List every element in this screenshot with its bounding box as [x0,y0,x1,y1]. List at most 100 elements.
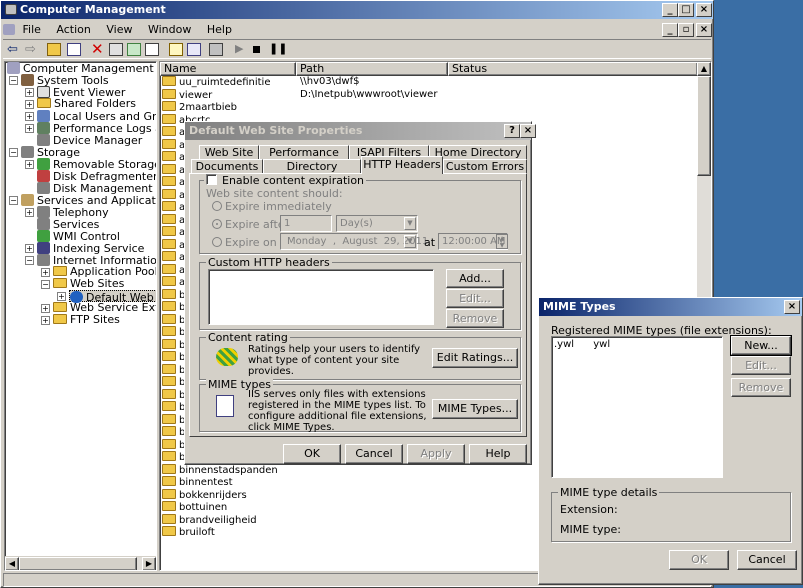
export-list-icon[interactable] [145,43,159,56]
back-icon[interactable]: ⇦ [7,42,18,57]
help-question-button[interactable]: ? [504,124,520,138]
add-header-button[interactable]: Add... [446,269,504,288]
tree-item-system-tools[interactable]: System Tools [21,74,109,87]
tree-item-removable-storage[interactable]: Removable Storage [37,158,156,171]
close-button[interactable]: × [696,3,712,17]
delete-icon[interactable]: ✕ [91,40,104,58]
expand-toggle[interactable]: + [25,244,34,253]
scroll-up-button[interactable]: ▲ [697,62,711,76]
edit-header-button[interactable]: Edit... [446,289,504,308]
tree-pane[interactable]: Computer Management (Local) − System Too… [4,61,157,571]
tree-item-performance-logs[interactable]: Performance Logs and Alerts [37,122,156,135]
expand-toggle[interactable]: + [25,100,34,109]
forward-icon[interactable]: ⇨ [25,42,36,57]
menu-window[interactable]: Window [148,23,191,36]
menu-view[interactable]: View [106,23,132,36]
expand-toggle[interactable]: + [25,160,34,169]
apply-button[interactable]: Apply [407,444,465,464]
collapse-toggle[interactable]: − [9,196,18,205]
menu-help[interactable]: Help [207,23,232,36]
cancel-button[interactable]: Cancel [345,444,403,464]
expire-after-radio[interactable]: Expire after [212,218,289,231]
tree-item-services[interactable]: Services [37,218,99,231]
scroll-left-button[interactable]: ◀ [5,557,19,570]
scroll-thumb[interactable] [19,557,137,570]
expand-toggle[interactable]: + [57,292,66,301]
collapse-toggle[interactable]: − [9,76,18,85]
tree-item-indexing-service[interactable]: Indexing Service [37,242,144,255]
tree-item-web-sites[interactable]: Web Sites [53,278,124,290]
tree-item-telephony[interactable]: Telephony [37,206,109,219]
mime-ok-button[interactable]: OK [669,550,729,570]
tab-custom-errors[interactable]: Custom Errors [443,159,527,174]
expand-toggle[interactable]: + [41,304,50,313]
expand-toggle[interactable]: + [25,88,34,97]
ok-button[interactable]: OK [283,444,341,464]
remove-header-button[interactable]: Remove [446,309,504,328]
scroll-thumb[interactable] [697,76,711,176]
expire-immediately-radio[interactable]: Expire immediately [212,200,332,213]
refresh-icon[interactable] [127,43,141,56]
mime-entry[interactable]: .ywl ywl [554,339,610,350]
tree-hscrollbar[interactable]: ◀ ▶ [5,556,156,570]
child-close-button[interactable]: × [696,23,712,37]
tree-root[interactable]: Computer Management (Local) [7,62,156,75]
expire-date-picker[interactable]: Monday , August 29, 2011 ▼ [280,233,428,250]
child-restore-button[interactable]: ▫ [678,23,694,37]
pause-icon[interactable]: ❚❚ [269,42,287,55]
menu-file[interactable]: File [23,23,41,36]
tab-directory-security[interactable]: Directory Security [263,159,361,186]
column-header-name[interactable]: Name [160,62,296,76]
show-hide-tree-icon[interactable] [67,43,81,56]
view-icon[interactable] [187,43,201,56]
tree-item-disk-defragmenter[interactable]: Disk Defragmenter [37,170,156,183]
tab-web-site[interactable]: Web Site [199,145,259,160]
expand-toggle[interactable]: + [25,124,34,133]
expire-on-radio[interactable]: Expire on [212,236,277,249]
tree-item-disk-management[interactable]: Disk Management [37,182,153,195]
expand-toggle[interactable]: + [25,208,34,217]
stop-icon[interactable] [253,46,260,53]
up-folder-icon[interactable] [47,43,61,56]
tree-item-wmi-control[interactable]: WMI Control [37,230,120,243]
maximize-button[interactable]: □ [678,3,694,17]
mime-remove-button[interactable]: Remove [731,378,791,397]
tree-item-shared-folders[interactable]: Shared Folders [37,98,136,110]
expire-after-input[interactable]: 1 [280,215,332,232]
help-icon[interactable] [169,43,183,56]
expand-toggle[interactable]: + [25,112,34,121]
time-spinner[interactable]: ▲ ▼ [496,234,508,249]
custom-headers-list[interactable] [208,269,434,325]
app-menu-icon[interactable] [3,24,15,35]
tree-item-services-apps[interactable]: Services and Applications [21,194,156,207]
mime-list[interactable]: .ywl ywl [551,336,723,478]
enable-expiration-row[interactable]: Enable content expiration [204,174,367,187]
tab-performance[interactable]: Performance [259,145,349,160]
properties-close-button[interactable]: × [520,124,536,138]
collapse-toggle[interactable]: − [41,280,50,289]
column-header-status[interactable]: Status [448,62,698,76]
mime-cancel-button[interactable]: Cancel [737,550,797,570]
tree-item-storage[interactable]: Storage [21,146,80,159]
scroll-right-button[interactable]: ▶ [142,557,156,570]
tab-http-headers[interactable]: HTTP Headers [361,156,443,174]
list-item[interactable]: 2maartbieb [162,101,692,113]
expand-toggle[interactable]: + [41,316,50,325]
start-icon[interactable]: ▶ [235,42,243,55]
expire-unit-select[interactable]: Day(s) ▼ [336,215,418,232]
menu-action[interactable]: Action [56,23,90,36]
mime-types-button[interactable]: MIME Types... [432,399,518,419]
edit-ratings-button[interactable]: Edit Ratings... [432,348,518,368]
tree-item-ftp-sites[interactable]: FTP Sites [53,314,120,326]
help-button[interactable]: Help [469,444,527,464]
child-minimize-button[interactable]: _ [662,23,678,37]
mime-new-button[interactable]: New... [730,335,792,356]
column-header-path[interactable]: Path [296,62,448,76]
list-item[interactable]: viewer D:\Inetpub\wwwroot\viewer [162,88,692,101]
collapse-toggle[interactable]: − [25,256,34,265]
expand-toggle[interactable]: + [41,268,50,277]
properties-icon[interactable] [109,43,123,56]
computer-icon[interactable] [209,43,223,56]
collapse-toggle[interactable]: − [9,148,18,157]
tree-item-local-users[interactable]: Local Users and Groups [37,110,156,123]
